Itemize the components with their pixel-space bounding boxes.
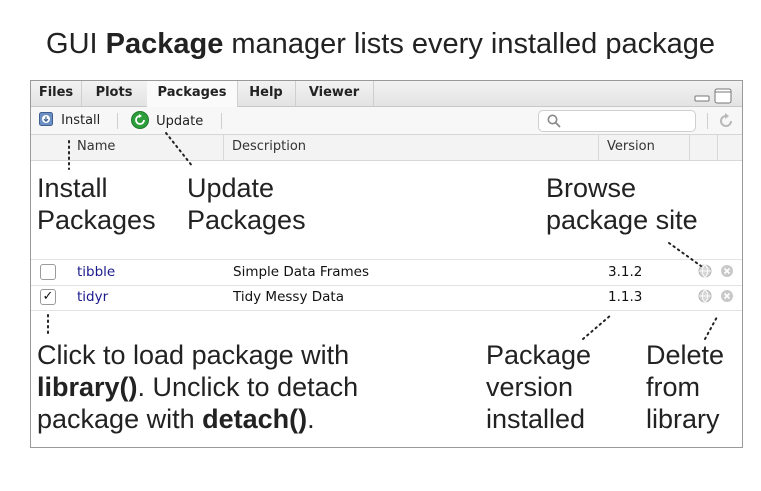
annotation-line: Package: [486, 340, 592, 370]
annotation-line: Delete: [646, 340, 725, 370]
title-suffix: manager lists every installed package: [223, 28, 715, 60]
annotation-load: Click to load package with library(). Un…: [37, 339, 358, 435]
annotation-line: installed: [486, 404, 586, 434]
annotation-delete: Delete from library: [646, 339, 724, 435]
slide-title: GUI Package manager lists every installe…: [0, 28, 761, 61]
annotation-version: Package version installed: [486, 339, 591, 435]
annotation-line: library: [646, 404, 720, 434]
packages-pane: Files Plots Packages Help Viewer Install: [30, 80, 743, 448]
detach-function: detach(): [202, 404, 308, 434]
annotation-line: from: [646, 372, 700, 402]
annotation-line: package with: [37, 404, 203, 434]
title-prefix: GUI: [46, 28, 106, 60]
annotation-line: version: [486, 372, 574, 402]
annotation-line: .: [307, 404, 315, 434]
title-bold: Package: [105, 28, 224, 60]
library-function: library(): [37, 372, 138, 402]
annotation-line: Click to load package with: [37, 340, 350, 370]
annotation-line: . Unclick to detach: [137, 372, 359, 402]
